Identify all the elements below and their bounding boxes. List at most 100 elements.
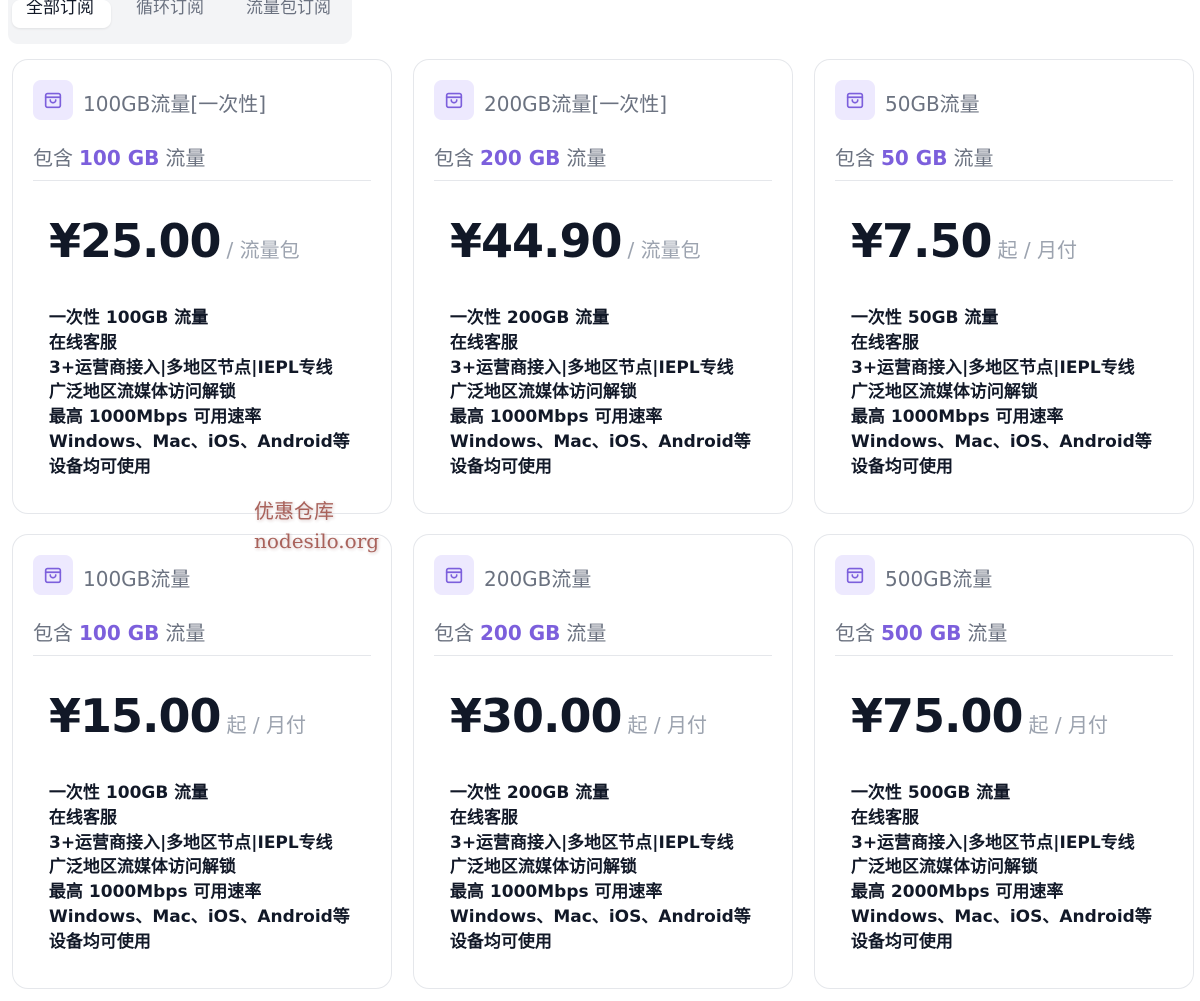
divider xyxy=(835,180,1173,181)
price-unit: 起 / 月付 xyxy=(997,238,1077,262)
feature-item: 一次性 50GB 流量 xyxy=(851,308,999,328)
plan-includes: 包含 100 GB 流量 xyxy=(33,617,205,646)
plan-price: ¥30.00 xyxy=(450,689,623,743)
plan-card[interactable]: 100GB流量包含 100 GB 流量 ¥15.00 起 / 月付一次性 100GB 流… xyxy=(12,534,392,989)
plan-title: 200GB流量[一次性] xyxy=(484,92,667,116)
watermark-line-1: 优惠仓库 xyxy=(254,499,334,523)
includes-suffix: 流量 xyxy=(953,146,994,170)
feature-item: Windows、Mac、iOS、Android等 xyxy=(49,431,350,452)
feature-item: 最高 1000Mbps 可用速率 xyxy=(49,882,262,903)
feature-item: 设备均可使用 xyxy=(450,931,552,952)
plan-includes: 包含 200 GB 流量 xyxy=(434,142,606,171)
plan-price: ¥44.90 xyxy=(450,214,623,268)
price-row: ¥25.00/ 流量包 xyxy=(49,214,300,268)
includes-suffix: 流量 xyxy=(566,146,607,170)
feature-item: 一次性 500GB 流量 xyxy=(851,783,1011,803)
feature-item: 在线客服 xyxy=(851,332,919,353)
tab-all-subscriptions[interactable]: 全部订阅 xyxy=(12,0,111,28)
tab-traffic-pack-subscriptions[interactable]: 流量包订阅 xyxy=(246,0,331,28)
divider xyxy=(434,180,772,181)
plan-card[interactable]: 50GB流量 包含 50 GB 流量 ¥7.50 起 / 月付 一次性 50GB 流量 在线客… xyxy=(814,59,1194,514)
feature-item: 设备均可使用 xyxy=(851,456,953,477)
shopping-bag-icon xyxy=(33,80,73,120)
feature-item: 在线客服 xyxy=(49,332,117,353)
shopping-bag-icon xyxy=(434,80,474,120)
plan-price: ¥25.00 xyxy=(49,214,222,268)
feature-item: 一次性 200GB 流量 xyxy=(450,308,610,328)
feature-item: 一次性 100GB 流量 xyxy=(49,783,209,803)
feature-list: 一次性 100GB 流量 在线客服 3+运营商接入|多地区节点|IEPL专线 广泛地区… xyxy=(49,306,350,480)
feature-list: 一次性 200GB 流量 在线客服 3+运营商接入|多地区节点|IEPL专线 广泛地区… xyxy=(450,306,751,480)
price-unit: 起 / 月付 xyxy=(1028,713,1108,737)
divider xyxy=(835,655,1173,656)
feature-item: 广泛地区流媒体访问解锁 xyxy=(851,382,1038,403)
plan-includes: 包含 500 GB 流量 xyxy=(835,617,1007,646)
feature-item: 在线客服 xyxy=(851,807,919,828)
plan-card[interactable]: 200GB流量[一次性] 包含 200 GB 流量 ¥44.90/ 流量包一次性 200… xyxy=(413,59,793,514)
includes-prefix: 包含 xyxy=(434,621,474,645)
price-row: ¥30.00 起 / 月付 xyxy=(450,689,707,743)
includes-amount: 500 GB xyxy=(881,621,962,645)
divider xyxy=(434,655,772,656)
includes-prefix: 包含 xyxy=(835,146,875,170)
shopping-bag-icon xyxy=(835,80,875,120)
price-unit: 起 / 月付 xyxy=(627,713,707,737)
plan-includes: 包含 50 GB 流量 xyxy=(835,142,993,171)
feature-item: 3+运营商接入|多地区节点|IEPL专线 xyxy=(49,357,333,378)
feature-item: 广泛地区流媒体访问解锁 xyxy=(450,382,637,403)
feature-item: 最高 2000Mbps 可用速率 xyxy=(851,882,1064,903)
includes-amount: 200 GB xyxy=(480,146,561,170)
feature-list: 一次性 500GB 流量 在线客服 3+运营商接入|多地区节点|IEPL专线 广泛地区… xyxy=(851,781,1152,955)
plan-card[interactable]: 500GB流量 包含 500 GB 流量 ¥75.00 起 / 月付 一次性 500GB 流… xyxy=(814,534,1194,989)
feature-list: 一次性 100GB 流量 在线客服 3+运营商接入|多地区节点|IEPL专线 广泛地区… xyxy=(49,781,350,955)
shopping-bag-icon xyxy=(434,555,474,595)
feature-item: 广泛地区流媒体访问解锁 xyxy=(450,857,637,878)
includes-prefix: 包含 xyxy=(434,146,474,170)
price-unit: / 流量包 xyxy=(226,238,300,262)
includes-prefix: 包含 xyxy=(33,146,73,170)
includes-suffix: 流量 xyxy=(165,621,206,645)
price-unit: / 流量包 xyxy=(627,238,701,262)
plan-title: 50GB流量 xyxy=(885,92,980,116)
feature-item: 3+运营商接入|多地区节点|IEPL专线 xyxy=(450,357,734,378)
feature-item: 设备均可使用 xyxy=(49,456,151,477)
shopping-bag-icon xyxy=(835,555,875,595)
feature-item: 广泛地区流媒体访问解锁 xyxy=(49,382,236,403)
divider xyxy=(33,655,371,656)
includes-amount: 100 GB xyxy=(79,621,160,645)
price-row: ¥44.90/ 流量包 xyxy=(450,214,701,268)
includes-amount: 200 GB xyxy=(480,621,561,645)
price-row: ¥15.00 起 / 月付 xyxy=(49,689,306,743)
price-unit: 起 / 月付 xyxy=(226,713,306,737)
includes-prefix: 包含 xyxy=(33,621,73,645)
feature-list: 一次性 200GB 流量 在线客服 3+运营商接入|多地区节点|IEPL专线 广泛地区… xyxy=(450,781,751,955)
feature-item: Windows、Mac、iOS、Android等 xyxy=(851,431,1152,452)
plan-filter-tabs: 全部订阅 循环订阅 流量包订阅 xyxy=(8,0,352,44)
plan-title: 500GB流量 xyxy=(885,567,993,591)
feature-item: 在线客服 xyxy=(450,807,518,828)
feature-item: 广泛地区流媒体访问解锁 xyxy=(851,857,1038,878)
includes-suffix: 流量 xyxy=(165,146,206,170)
feature-item: 设备均可使用 xyxy=(450,456,552,477)
plan-title: 100GB流量 xyxy=(83,567,191,591)
includes-amount: 50 GB xyxy=(881,146,948,170)
feature-item: 3+运营商接入|多地区节点|IEPL专线 xyxy=(851,832,1135,853)
feature-item: Windows、Mac、iOS、Android等 xyxy=(851,906,1152,927)
plan-includes: 包含 100 GB 流量 xyxy=(33,142,205,171)
includes-suffix: 流量 xyxy=(566,621,607,645)
feature-item: 广泛地区流媒体访问解锁 xyxy=(49,857,236,878)
feature-item: 在线客服 xyxy=(49,807,117,828)
feature-item: 3+运营商接入|多地区节点|IEPL专线 xyxy=(450,832,734,853)
tab-recurring-subscriptions[interactable]: 循环订阅 xyxy=(136,0,204,28)
includes-suffix: 流量 xyxy=(967,621,1008,645)
feature-item: 最高 1000Mbps 可用速率 xyxy=(450,407,663,428)
feature-item: 设备均可使用 xyxy=(851,931,953,952)
plan-grid: 100GB流量[一次性] 包含 100 GB 流量 ¥25.00/ 流量包 一次性 100… xyxy=(12,59,1194,989)
plan-card[interactable]: 100GB流量[一次性] 包含 100 GB 流量 ¥25.00/ 流量包 一次性 100… xyxy=(12,59,392,514)
plan-card[interactable]: 200GB流量 包含 200 GB 流量 ¥30.00 起 / 月付 一次性 200GB 流… xyxy=(413,534,793,989)
feature-list: 一次性 50GB 流量 在线客服 3+运营商接入|多地区节点|IEPL专线 广泛地区流… xyxy=(851,306,1152,480)
watermark: 优惠仓库 nodesilo.org xyxy=(254,496,379,556)
feature-item: 一次性 100GB 流量 xyxy=(49,308,209,328)
feature-item: 设备均可使用 xyxy=(49,931,151,952)
feature-item: 3+运营商接入|多地区节点|IEPL专线 xyxy=(851,357,1135,378)
